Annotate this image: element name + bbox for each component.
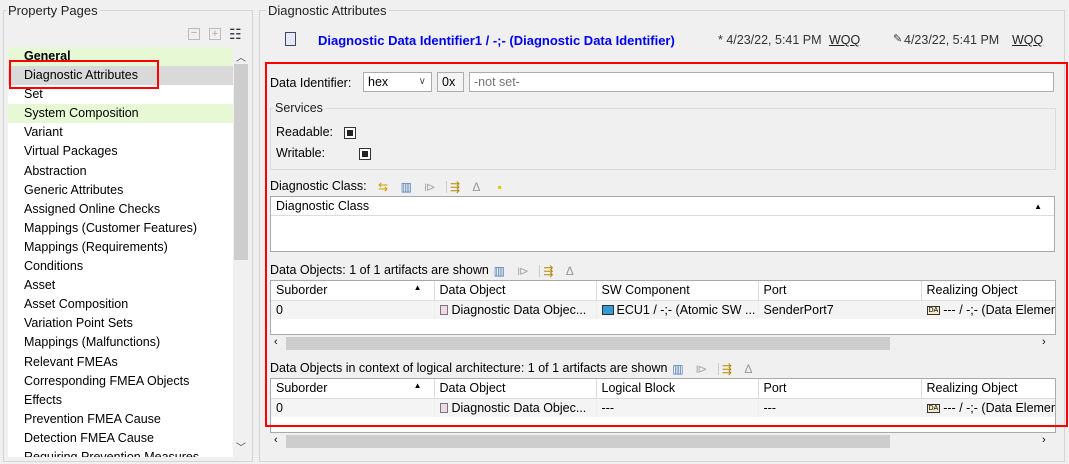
sidebar-item[interactable]: Asset Composition [8, 295, 233, 314]
modified-by-link[interactable]: WQQ [1012, 33, 1043, 47]
highlight-box-diagnostic-attributes [9, 60, 159, 89]
sidebar-item[interactable]: Assigned Online Checks [8, 200, 233, 219]
sidebar-item[interactable]: Mappings (Customer Features) [8, 219, 233, 238]
sidebar-item[interactable]: Mappings (Malfunctions) [8, 333, 233, 352]
created-by-link[interactable]: WQQ [829, 33, 860, 47]
logical-objects-hscrollbar[interactable]: ‹ › [270, 434, 1056, 449]
expand-all-icon[interactable]: + [209, 28, 221, 40]
tree-view-icon[interactable]: ☷ [229, 26, 242, 43]
sidebar-item[interactable]: Corresponding FMEA Objects [8, 372, 233, 391]
scroll-thumb[interactable] [286, 435, 890, 448]
scroll-right-icon[interactable]: › [1042, 434, 1046, 446]
sidebar-item[interactable]: Virtual Packages [8, 142, 233, 161]
scroll-thumb[interactable] [234, 64, 248, 260]
sidebar-item[interactable]: Requiring Prevention Measures [8, 448, 233, 457]
collapse-all-icon[interactable]: − [188, 28, 200, 40]
property-pages-title: Property Pages [6, 3, 100, 18]
sidebar-item[interactable]: Abstraction [8, 162, 233, 181]
sidebar-item[interactable]: Variation Point Sets [8, 314, 233, 333]
document-icon [285, 32, 296, 46]
property-pages-list: General Diagnostic Attributes Set System Co… [8, 47, 249, 457]
diagnostic-attributes-title: Diagnostic Attributes [266, 3, 389, 18]
pencil-icon: ✎ [893, 33, 903, 45]
scroll-left-icon[interactable]: ‹ [274, 434, 278, 446]
sidebar-item[interactable]: Generic Attributes [8, 181, 233, 200]
sidebar-item[interactable]: System Composition [8, 104, 233, 124]
scroll-up-icon[interactable]: ︿ [236, 49, 246, 64]
scroll-down-icon[interactable]: ﹀ [236, 439, 246, 454]
sidebar-item[interactable]: Variant [8, 123, 233, 142]
sidebar-item[interactable]: Detection FMEA Cause [8, 429, 233, 448]
created-timestamp: * 4/23/22, 5:41 PM [718, 33, 822, 47]
element-title: Diagnostic Data Identifier1 / -;- (Diagn… [318, 33, 675, 48]
modified-timestamp: 4/23/22, 5:41 PM [904, 33, 1000, 47]
list-scrollbar[interactable]: ︿ ﹀ [233, 47, 249, 457]
sidebar-item[interactable]: Mappings (Requirements) [8, 238, 233, 257]
sidebar-item[interactable]: Prevention FMEA Cause [8, 410, 233, 429]
sidebar-item[interactable]: Conditions [8, 257, 233, 276]
highlight-box-attributes [265, 62, 1068, 427]
sidebar-item[interactable]: Effects [8, 391, 233, 410]
sidebar-item[interactable]: Asset [8, 276, 233, 295]
sidebar-item[interactable]: Relevant FMEAs [8, 353, 233, 372]
